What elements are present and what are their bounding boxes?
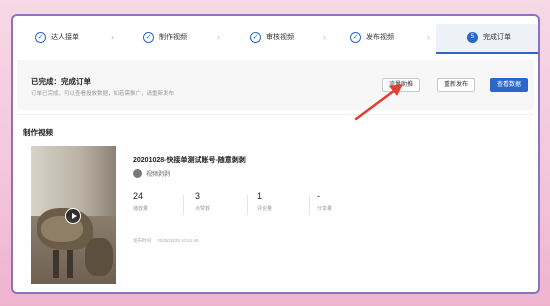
publish-time-value: 2020/10/28 10:51:49	[157, 238, 199, 243]
stat-separator	[247, 195, 248, 215]
author-name: 视频剥剥	[146, 172, 171, 178]
step-make-video[interactable]: ✓ 制作视频	[143, 26, 187, 48]
step-label: 审核视频	[266, 34, 294, 41]
stat-label: 评论量	[257, 206, 273, 212]
stat-separator	[309, 195, 310, 215]
step-label: 完成订单	[483, 34, 511, 41]
step-label: 达人接单	[51, 34, 79, 41]
thumbnail-cat-2	[85, 238, 113, 276]
stat-value: 1	[257, 191, 263, 201]
arrow-shaft	[354, 88, 397, 121]
check-circle-icon: ✓	[35, 31, 46, 43]
chevron-right-icon: ›	[323, 32, 326, 42]
thumbnail-wall	[31, 146, 116, 216]
stat-label: 分享量	[317, 206, 333, 212]
active-step-underline	[436, 52, 538, 54]
stat-value: -	[317, 191, 320, 201]
publish-time: 发布时间: 2020/10/28 10:51:49	[133, 238, 204, 244]
stat-plays: 24 播放量	[133, 191, 193, 212]
check-circle-icon: ✓	[350, 31, 361, 43]
stat-value: 24	[133, 191, 144, 201]
order-status-panel: 已完成：完成订单 订单已完成，可以查看投放数据，如若需推广，请重新发布 流量助推…	[17, 60, 534, 110]
play-icon[interactable]	[65, 208, 81, 224]
main-window: ✓ 达人接单 › ✓ 制作视频 › ✓ 审核视频 › ✓ 发布视频 › 5 完成…	[11, 14, 540, 294]
step-number-icon: 5	[467, 31, 478, 43]
check-circle-icon: ✓	[250, 31, 261, 43]
view-data-button[interactable]: 查看数据	[490, 78, 529, 92]
section-divider	[17, 114, 534, 115]
thumbnail-cat-leg	[67, 250, 73, 278]
red-arrow-annotation	[354, 84, 403, 121]
chevron-right-icon: ›	[111, 32, 114, 42]
section-title: 制作视频	[23, 128, 53, 137]
video-stats: 24 播放量 3 点赞数 1 评论量 - 分享量	[133, 191, 403, 219]
step-complete-order[interactable]: 5 完成订单	[467, 26, 511, 48]
status-title: 已完成：完成订单	[31, 77, 91, 86]
video-author: 视频剥剥	[133, 169, 170, 178]
chevron-right-icon: ›	[217, 32, 220, 42]
stat-value: 3	[195, 191, 201, 201]
step-accept-order[interactable]: ✓ 达人接单	[35, 26, 79, 48]
chevron-right-icon: ›	[427, 32, 430, 42]
step-publish-video[interactable]: ✓ 发布视频	[350, 26, 394, 48]
stat-label: 播放量	[133, 206, 149, 212]
stat-label: 点赞数	[195, 206, 211, 212]
thumbnail-cat-leg	[53, 250, 59, 278]
stat-separator	[183, 195, 184, 215]
stat-likes: 3 点赞数	[195, 191, 255, 212]
video-title: 20201028-快接单测试账号-随意剥剥	[133, 157, 246, 164]
status-subtitle: 订单已完成，可以查看投放数据，如若需推广，请重新发布	[31, 91, 175, 97]
step-label: 发布视频	[366, 34, 394, 41]
play-triangle	[71, 213, 77, 219]
step-label: 制作视频	[159, 34, 187, 41]
avatar	[133, 169, 142, 178]
check-circle-icon: ✓	[143, 31, 154, 43]
stat-comments: 1 评论量	[257, 191, 317, 212]
stat-shares: - 分享量	[317, 191, 377, 212]
step-review-video[interactable]: ✓ 审核视频	[250, 26, 294, 48]
publish-time-label: 发布时间:	[133, 238, 153, 243]
republish-button[interactable]: 重新发布	[437, 78, 476, 92]
video-thumbnail[interactable]	[31, 146, 116, 284]
progress-stepper: ✓ 达人接单 › ✓ 制作视频 › ✓ 审核视频 › ✓ 发布视频 › 5 完成…	[13, 26, 538, 48]
